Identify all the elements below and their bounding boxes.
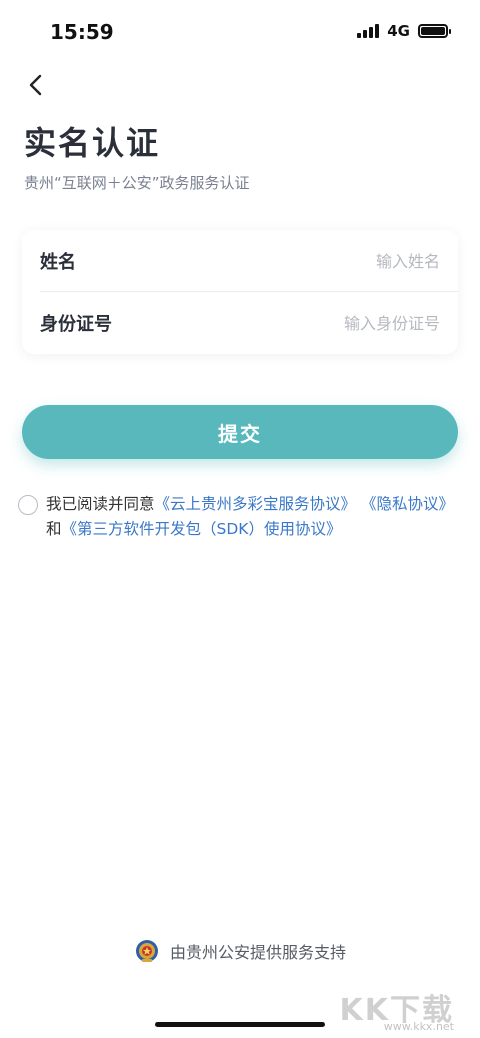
footer: 由贵州公安提供服务支持 [0,938,480,964]
page-title: 实名认证 [24,124,161,162]
id-number-label: 身份证号 [40,314,112,335]
home-indicator[interactable] [155,1022,325,1027]
submit-button[interactable]: 提交 [22,405,458,459]
sdk-agreement-link[interactable]: 《第三方软件开发包（SDK）使用协议》 [62,520,342,538]
agreement: 我已阅读并同意《云上贵州多彩宝服务协议》 《隐私协议》和《第三方软件开发包（SD… [18,492,463,542]
identity-form: 姓名 身份证号 [22,230,458,354]
name-label: 姓名 [40,252,76,273]
battery-icon [418,24,451,38]
network-type: 4G [387,22,410,40]
page-subtitle: 贵州“互联网＋公安”政务服务认证 [24,174,250,192]
agreement-text: 我已阅读并同意《云上贵州多彩宝服务协议》 《隐私协议》和《第三方软件开发包（SD… [46,492,463,542]
back-button[interactable] [20,70,50,100]
id-number-row: 身份证号 [22,292,458,354]
privacy-agreement-link[interactable]: 《隐私协议》 [361,495,454,513]
name-input[interactable] [220,251,440,271]
agree-checkbox[interactable] [18,495,38,515]
chevron-left-icon [29,74,42,96]
status-icons: 4G [357,22,451,40]
agreement-conjunction: 和 [46,520,62,538]
name-row: 姓名 [22,230,458,292]
agreement-prefix: 我已阅读并同意 [46,495,155,513]
service-agreement-link[interactable]: 《云上贵州多彩宝服务协议》 [155,495,357,513]
status-bar: 15:59 4G [0,0,480,64]
signal-icon [357,24,380,38]
police-emblem-icon [135,940,158,962]
status-time: 15:59 [50,20,114,44]
watermark-url: www.kkx.net [383,1020,454,1033]
footer-text: 由贵州公安提供服务支持 [169,943,346,962]
id-number-input[interactable] [220,313,440,333]
